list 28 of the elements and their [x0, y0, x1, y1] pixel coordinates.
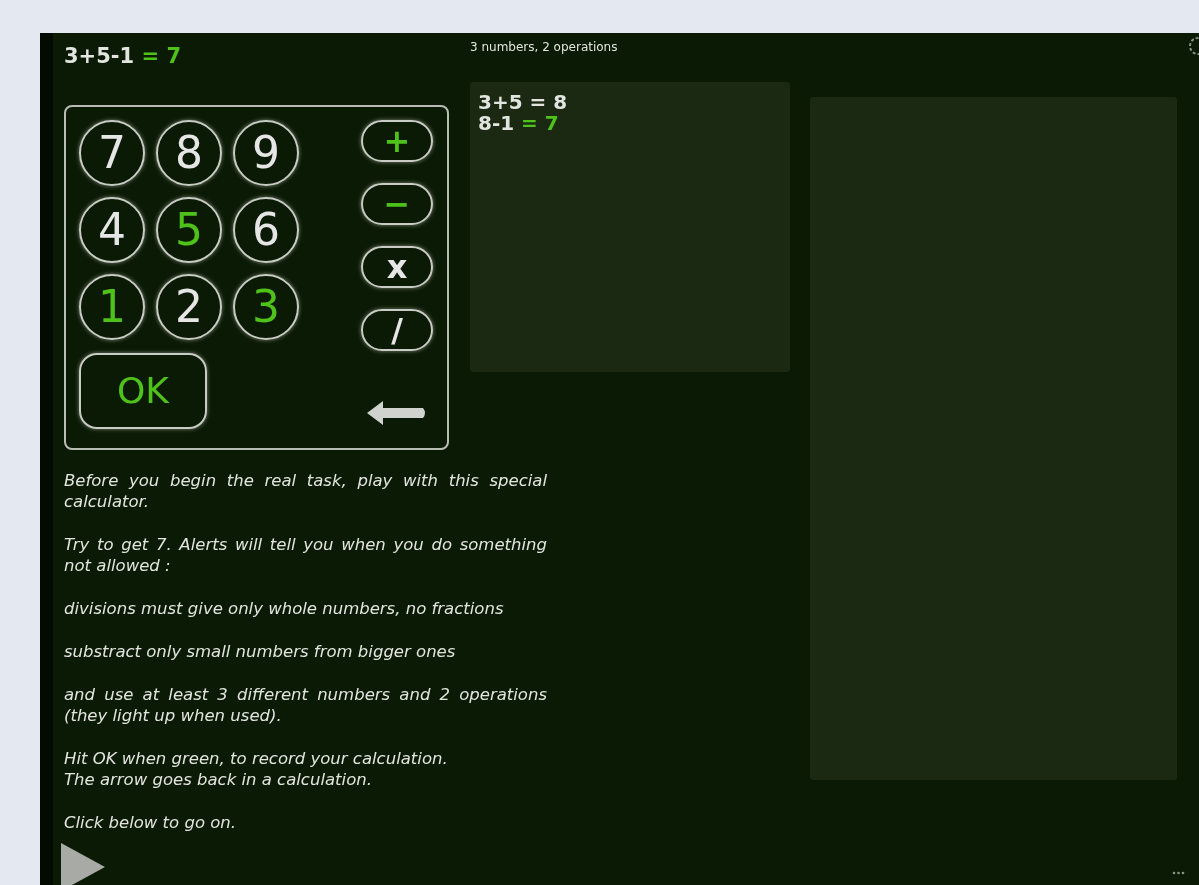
digit-button[interactable]: 4 — [79, 197, 145, 263]
digit-button[interactable]: 7 — [79, 120, 145, 186]
play-icon[interactable] — [61, 843, 105, 885]
instruction-text: Hit OK when green, to record your calculation. The arrow goes back in a calculation. — [64, 748, 449, 790]
instruction-text: and use at least 3 different numbers and 2 operations (they light up when used). — [64, 684, 547, 726]
operator-button[interactable]: + — [361, 120, 433, 162]
usage-counter: 3 numbers, 2 operations — [470, 39, 619, 56]
dots-icon[interactable] — [1172, 871, 1185, 875]
instruction-text: Before you begin the real task, play with this special calculator. — [64, 470, 547, 512]
step-line: 8-1 = 7 — [478, 113, 560, 134]
digit-button[interactable]: 9 — [233, 120, 299, 186]
step-line: 3+5 = 8 — [478, 92, 569, 113]
instruction-text: substract only small numbers from bigger ones — [64, 641, 457, 662]
digit-button[interactable]: 2 — [156, 274, 222, 340]
instruction-text: divisions must give only whole numbers, no fractions — [64, 598, 505, 619]
ok-button[interactable]: OK — [79, 353, 207, 429]
digit-button[interactable]: 6 — [233, 197, 299, 263]
expression-display: 3+5-1 = 7 — [64, 43, 182, 69]
operator-button[interactable]: − — [361, 183, 433, 225]
digit-button[interactable]: 5 — [156, 197, 222, 263]
operator-button[interactable]: x — [361, 246, 433, 288]
digit-button[interactable]: 1 — [79, 274, 145, 340]
digit-button[interactable]: 8 — [156, 120, 222, 186]
digit-button[interactable]: 3 — [233, 274, 299, 340]
operator-button[interactable]: / — [361, 309, 433, 351]
instruction-text: Try to get 7. Alerts will tell you when you do something not allowed : — [64, 534, 547, 576]
back-arrow-icon[interactable] — [367, 400, 427, 426]
instruction-text: Click below to go on. — [64, 812, 238, 833]
